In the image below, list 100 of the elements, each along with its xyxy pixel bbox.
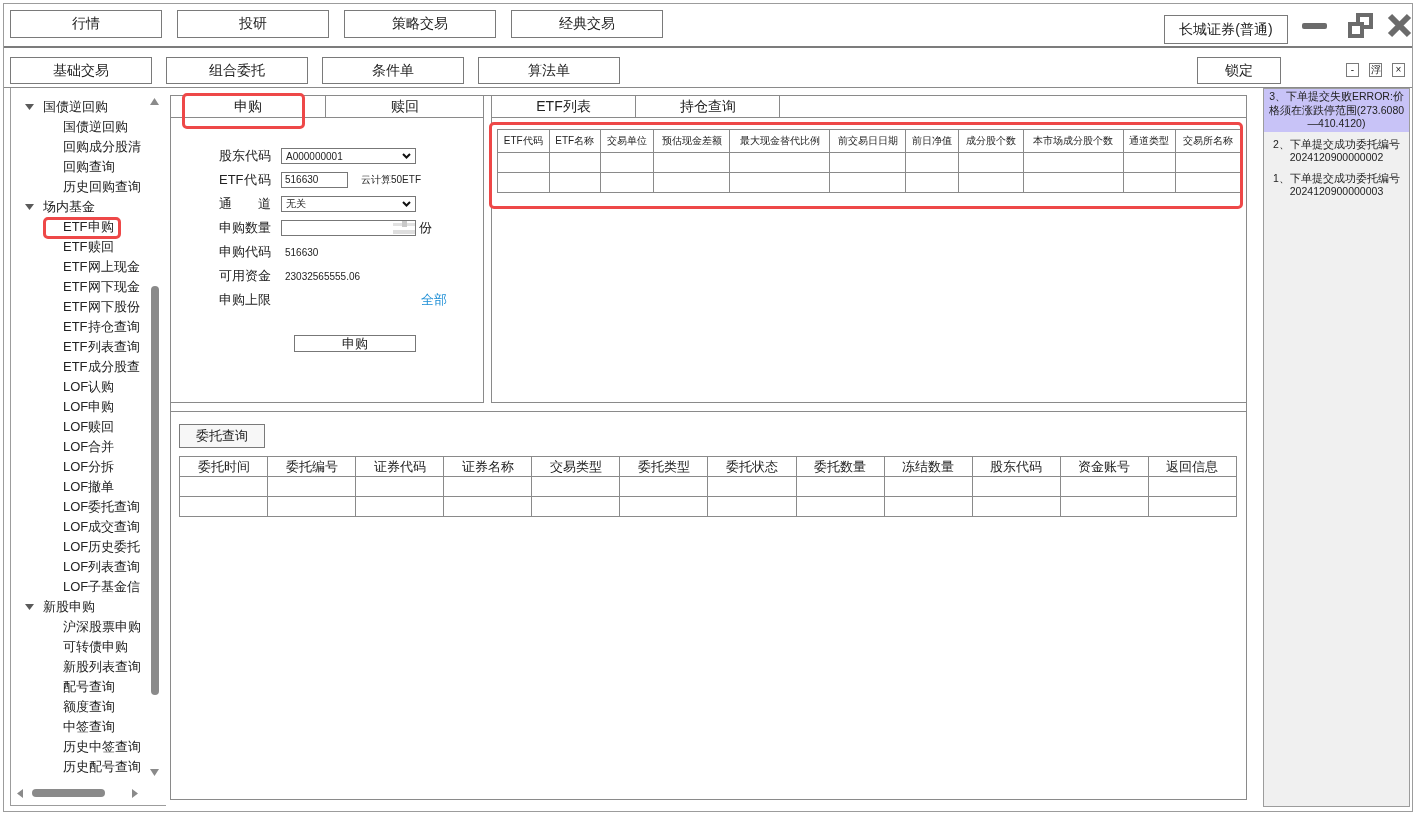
panel-tab[interactable]: 持仓查询 <box>636 96 780 117</box>
caret-down-icon[interactable] <box>25 104 34 110</box>
lock-button[interactable]: 锁定 <box>1197 57 1281 84</box>
toolbar-button[interactable]: 算法单 <box>478 57 620 84</box>
field-value: 516630 <box>285 246 319 258</box>
toolbar-button[interactable]: 条件单 <box>322 57 464 84</box>
field-label: 可用资金 <box>219 267 271 285</box>
nav-tab[interactable]: 行情 <box>10 10 162 38</box>
max-link[interactable]: 全部 <box>421 291 447 309</box>
field-label: 股东代码 <box>219 147 271 165</box>
column-header: 前交易日日期 <box>829 129 906 153</box>
tree-item[interactable]: LOF赎回 <box>63 418 115 436</box>
column-header: 返回信息 <box>1148 456 1237 477</box>
column-header: 交易单位 <box>600 129 654 153</box>
tree-item[interactable]: ETF网上现金 <box>63 258 140 276</box>
scroll-up-icon[interactable] <box>150 98 159 105</box>
field-label: 申购代码 <box>219 243 271 261</box>
tree-item[interactable]: LOF成交查询 <box>63 518 141 536</box>
tree-item[interactable]: 历史回购查询 <box>63 178 141 196</box>
tree-item[interactable]: 额度查询 <box>63 698 115 716</box>
tree-item[interactable]: 配号查询 <box>63 678 115 696</box>
panel-control-button[interactable]: - <box>1346 63 1359 77</box>
tree-item[interactable]: LOF撤单 <box>63 478 115 496</box>
form-tab[interactable]: 赎回 <box>326 96 483 117</box>
column-header: 冻结数量 <box>884 456 973 477</box>
dropdown[interactable]: A000000001 <box>281 148 416 164</box>
column-header: 委托类型 <box>619 456 708 477</box>
field-label: 申购上限 <box>219 291 271 309</box>
tree-item[interactable]: LOF申购 <box>63 398 115 416</box>
tree-item[interactable]: 沪深股票申购 <box>63 618 141 636</box>
caret-down-icon[interactable] <box>25 604 34 610</box>
dropdown[interactable]: 无关 <box>281 196 416 212</box>
column-header: 委托时间 <box>179 456 268 477</box>
column-header: 交易类型 <box>531 456 620 477</box>
scroll-right-icon[interactable] <box>132 788 138 798</box>
account-button[interactable]: 长城证券(普通) <box>1164 15 1288 44</box>
tree-item[interactable]: ETF持仓查询 <box>63 318 140 336</box>
input-field[interactable] <box>281 220 416 236</box>
caret-down-icon[interactable] <box>25 204 34 210</box>
scrollbar-thumb[interactable] <box>150 286 159 695</box>
column-header: 交易所名称 <box>1175 129 1241 153</box>
log-message[interactable]: 3、下单提交失败ERROR:价格须在涨跌停范围(273.6080—410.4120) <box>1264 89 1409 132</box>
field-label: 申购数量 <box>219 219 271 237</box>
tree-item[interactable]: 回购成分股清 <box>63 138 141 156</box>
tree-item[interactable]: LOF子基金信 <box>63 578 141 596</box>
column-header: ETF名称 <box>549 129 601 153</box>
field-value: 23032565555.06 <box>285 270 361 282</box>
tree-item[interactable]: LOF委托查询 <box>63 498 141 516</box>
tree-item[interactable]: ETF赎回 <box>63 238 114 256</box>
log-message[interactable]: 2、下单提交成功委托编号2024120900000002 <box>1264 136 1409 166</box>
tree-item[interactable]: ETF申购 <box>63 218 114 236</box>
column-header: ETF代码 <box>497 129 550 153</box>
tree-group-label[interactable]: 新股申购 <box>43 598 95 616</box>
tree-item[interactable]: 回购查询 <box>63 158 115 176</box>
form-tab[interactable]: 申购 <box>171 96 325 117</box>
input-field[interactable]: 516630 <box>281 172 348 188</box>
tree-item[interactable]: 历史配号查询 <box>63 758 141 776</box>
tree-item[interactable]: 国债逆回购 <box>63 118 128 136</box>
submit-button[interactable]: 申购 <box>294 335 416 352</box>
log-message[interactable]: 1、下单提交成功委托编号2024120900000003 <box>1264 170 1409 200</box>
tree-group-label[interactable]: 场内基金 <box>43 198 95 216</box>
panel-control-button[interactable]: × <box>1392 63 1405 77</box>
toolbar-button[interactable]: 组合委托 <box>166 57 308 84</box>
tree-item[interactable]: LOF列表查询 <box>63 558 141 576</box>
nav-tab[interactable]: 策略交易 <box>344 10 496 38</box>
tree-item[interactable]: LOF合并 <box>63 438 115 456</box>
tree-item[interactable]: ETF网下股份 <box>63 298 140 316</box>
nav-tab[interactable]: 经典交易 <box>511 10 663 38</box>
column-header: 最大现金替代比例 <box>729 129 830 153</box>
scroll-left-icon[interactable] <box>17 788 23 798</box>
chevron-down-icon[interactable] <box>402 153 411 159</box>
column-header: 本市场成分股个数 <box>1023 129 1123 153</box>
tree-item[interactable]: LOF分拆 <box>63 458 115 476</box>
toolbar-button[interactable]: 基础交易 <box>10 57 152 84</box>
column-header: 前日净值 <box>905 129 959 153</box>
minimize-icon[interactable] <box>1302 23 1327 29</box>
tree-item[interactable]: 历史中签查询 <box>63 738 141 756</box>
panel-control-button[interactable]: 浮 <box>1369 63 1382 77</box>
column-header: 委托状态 <box>707 456 797 477</box>
column-header: 证券代码 <box>355 456 444 477</box>
scroll-down-icon[interactable] <box>150 769 159 776</box>
tree-item[interactable]: 新股列表查询 <box>63 658 141 676</box>
unit-label: 份 <box>419 219 432 237</box>
restore-icon[interactable] <box>1348 13 1373 38</box>
tree-item[interactable]: ETF列表查询 <box>63 338 140 356</box>
tree-group-label[interactable]: 国债逆回购 <box>43 98 108 116</box>
column-header: 委托编号 <box>267 456 356 477</box>
query-button[interactable]: 委托查询 <box>179 424 265 448</box>
panel-tab[interactable]: ETF列表 <box>492 96 636 117</box>
tree-item[interactable]: 可转债申购 <box>63 638 128 656</box>
tree-item[interactable]: LOF认购 <box>63 378 115 396</box>
nav-tab[interactable]: 投研 <box>177 10 329 38</box>
tree-item[interactable]: ETF成分股查 <box>63 358 140 376</box>
tree-item[interactable]: ETF网下现金 <box>63 278 140 296</box>
scrollbar-thumb[interactable] <box>32 789 105 797</box>
tree-item[interactable]: 中签查询 <box>63 718 115 736</box>
close-icon[interactable] <box>1387 13 1412 38</box>
chevron-down-icon[interactable] <box>402 201 411 207</box>
column-header: 资金账号 <box>1060 456 1149 477</box>
tree-item[interactable]: LOF历史委托 <box>63 538 141 556</box>
